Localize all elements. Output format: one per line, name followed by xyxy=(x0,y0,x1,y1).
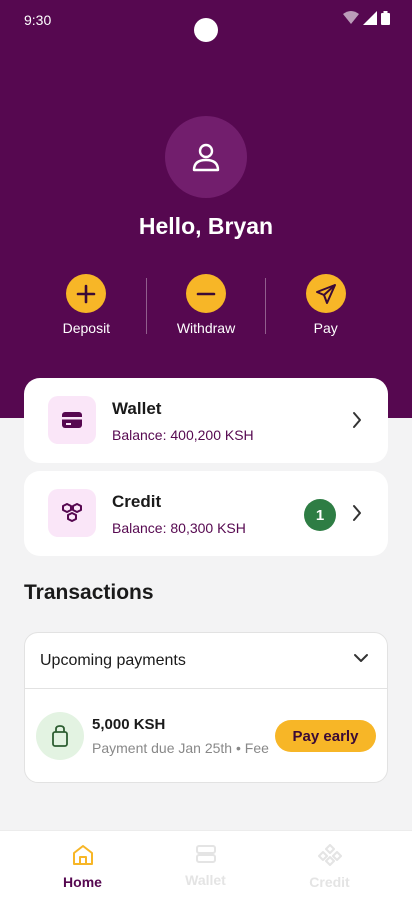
status-bar: 9:30 xyxy=(0,0,412,42)
signal-icon xyxy=(363,11,377,25)
battery-icon xyxy=(381,11,390,25)
chevron-down-icon xyxy=(354,654,368,662)
withdraw-button[interactable]: Withdraw xyxy=(147,274,266,336)
bottom-navigation: Home Wallet Credit xyxy=(0,830,412,917)
status-icons xyxy=(343,11,390,25)
quick-actions: Deposit Withdraw Pay xyxy=(27,274,385,336)
withdraw-label: Withdraw xyxy=(176,320,236,336)
chevron-right-icon xyxy=(353,505,361,521)
credit-nav-icon xyxy=(317,844,342,866)
notification-badge: 1 xyxy=(304,499,336,531)
pay-early-button[interactable]: Pay early xyxy=(275,720,376,752)
transaction-amount: 5,000 KSH xyxy=(92,716,166,733)
pay-button[interactable]: Pay xyxy=(266,274,385,336)
credit-title: Credit xyxy=(112,492,162,511)
credit-icon xyxy=(48,489,96,537)
bag-icon xyxy=(36,712,84,760)
wallet-title: Wallet xyxy=(112,399,162,418)
nav-item-wallet[interactable]: Wallet xyxy=(137,844,274,888)
send-icon xyxy=(305,274,346,313)
credit-balance: Balance: 80,300 KSH xyxy=(112,520,246,536)
wallet-icon xyxy=(48,396,96,444)
wifi-icon xyxy=(343,11,359,24)
deposit-button[interactable]: Deposit xyxy=(27,274,146,336)
transactions-panel: Upcoming payments 5,000 KSH Payment due … xyxy=(24,632,388,783)
nav-item-credit[interactable]: Credit xyxy=(261,844,398,890)
home-icon xyxy=(72,845,93,865)
pay-label: Pay xyxy=(313,320,338,336)
wallet-nav-icon xyxy=(195,845,216,863)
wallet-balance: Balance: 400,200 KSH xyxy=(112,427,254,443)
credit-card[interactable]: Credit Balance: 80,300 KSH 1 xyxy=(24,471,388,556)
nav-label-wallet: Wallet xyxy=(185,872,226,888)
dropdown-label: Upcoming payments xyxy=(40,652,186,669)
nav-item-home[interactable]: Home xyxy=(14,844,151,890)
nav-label-credit: Credit xyxy=(309,874,350,890)
camera-cutout xyxy=(194,18,218,42)
chevron-right-icon xyxy=(353,412,361,428)
greeting-text: Hello, Bryan xyxy=(138,213,274,239)
plus-icon xyxy=(66,274,107,313)
minus-icon xyxy=(186,274,226,313)
status-time: 9:30 xyxy=(24,12,52,28)
wallet-card[interactable]: Wallet Balance: 400,200 KSH xyxy=(24,378,388,463)
transaction-due-text: Payment due Jan 25th • Fee xyxy=(92,740,269,756)
transactions-title: Transactions xyxy=(24,581,154,604)
header-background xyxy=(0,0,412,418)
user-icon xyxy=(192,143,220,172)
avatar[interactable] xyxy=(165,116,247,198)
upcoming-payments-dropdown[interactable]: Upcoming payments xyxy=(25,633,387,689)
nav-label-home: Home xyxy=(63,874,102,890)
deposit-label: Deposit xyxy=(62,320,111,336)
